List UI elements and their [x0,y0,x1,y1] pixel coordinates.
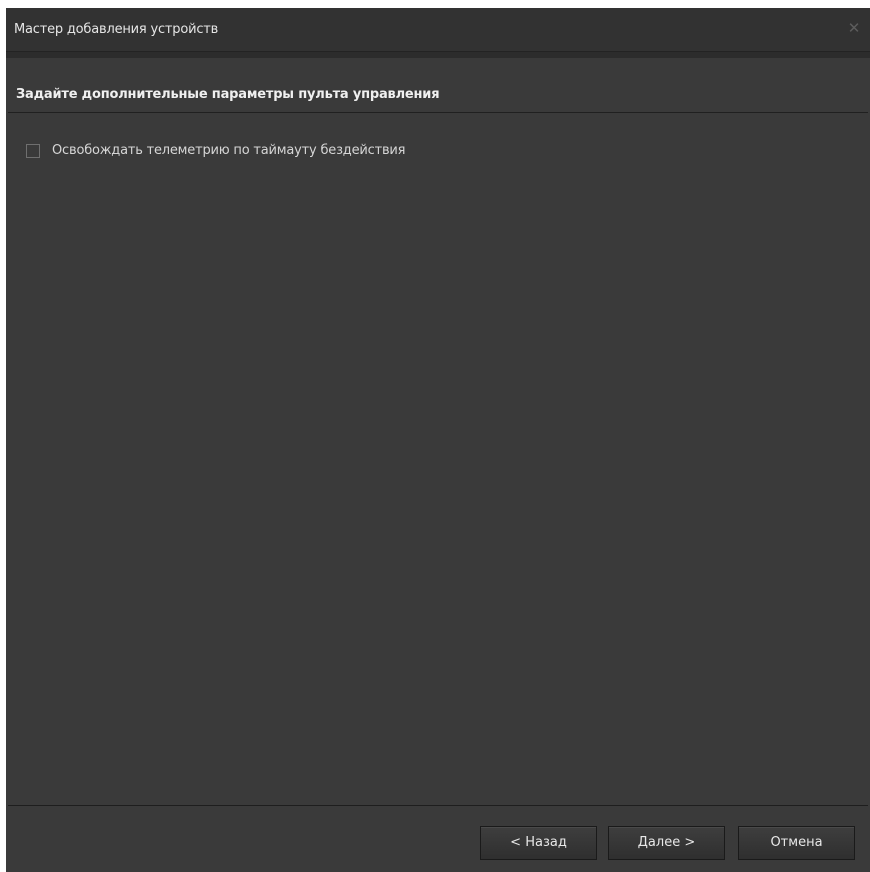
back-button[interactable]: < Назад [480,826,597,860]
idle-timeout-option[interactable]: Освобождать телеметрию по таймауту безде… [26,143,405,158]
title-bar: Мастер добавления устройств ✕ [6,8,870,52]
idle-timeout-checkbox[interactable] [26,143,40,158]
wizard-window: Мастер добавления устройств ✕ [6,8,870,872]
close-icon[interactable]: ✕ [844,18,864,38]
next-button[interactable]: Далее > [608,826,725,860]
step-title: Задайте дополнительные параметры пульта … [16,87,440,102]
window-title: Мастер добавления устройств [14,22,219,37]
footer-separator [8,805,868,806]
idle-timeout-label: Освобождать телеметрию по таймауту безде… [52,143,406,158]
step-header: Задайте дополнительные параметры пульта … [8,58,868,113]
cancel-button[interactable]: Отмена [738,826,855,860]
